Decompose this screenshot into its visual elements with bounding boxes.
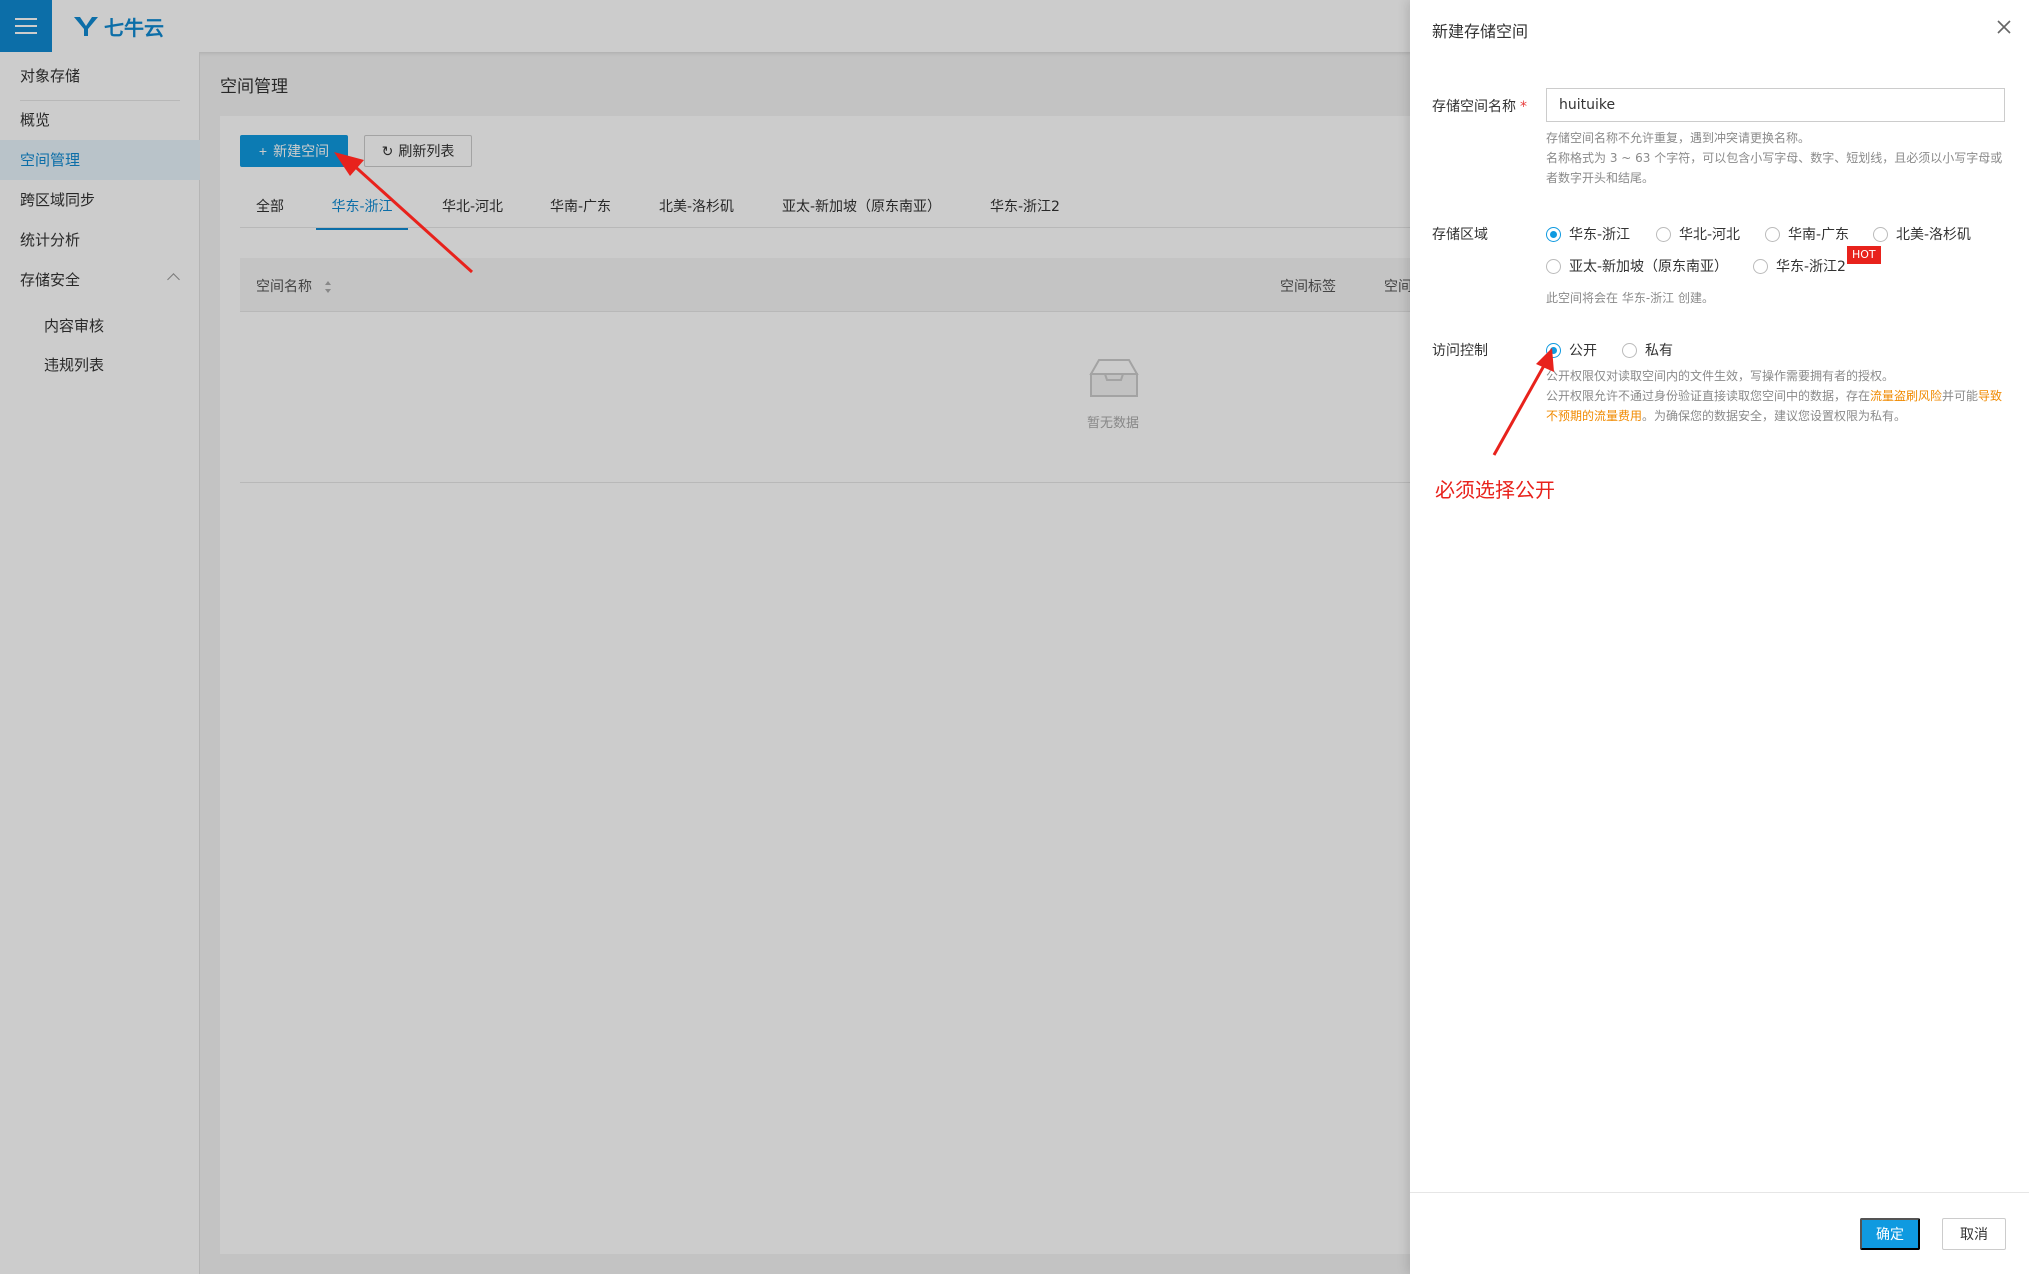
cancel-button[interactable]: 取消 [1942, 1218, 2006, 1250]
confirm-button[interactable]: 确定 [1860, 1218, 1920, 1250]
drawer-footer-divider [1410, 1192, 2029, 1193]
create-bucket-drawer: 新建存储空间 存储空间名称* 存储空间名称不允许重复，遇到冲突请更换名称。 名称… [1410, 0, 2029, 1274]
annotation-arrow-public [1492, 348, 1554, 456]
annotation-text: 必须选择公开 [1435, 478, 1555, 502]
